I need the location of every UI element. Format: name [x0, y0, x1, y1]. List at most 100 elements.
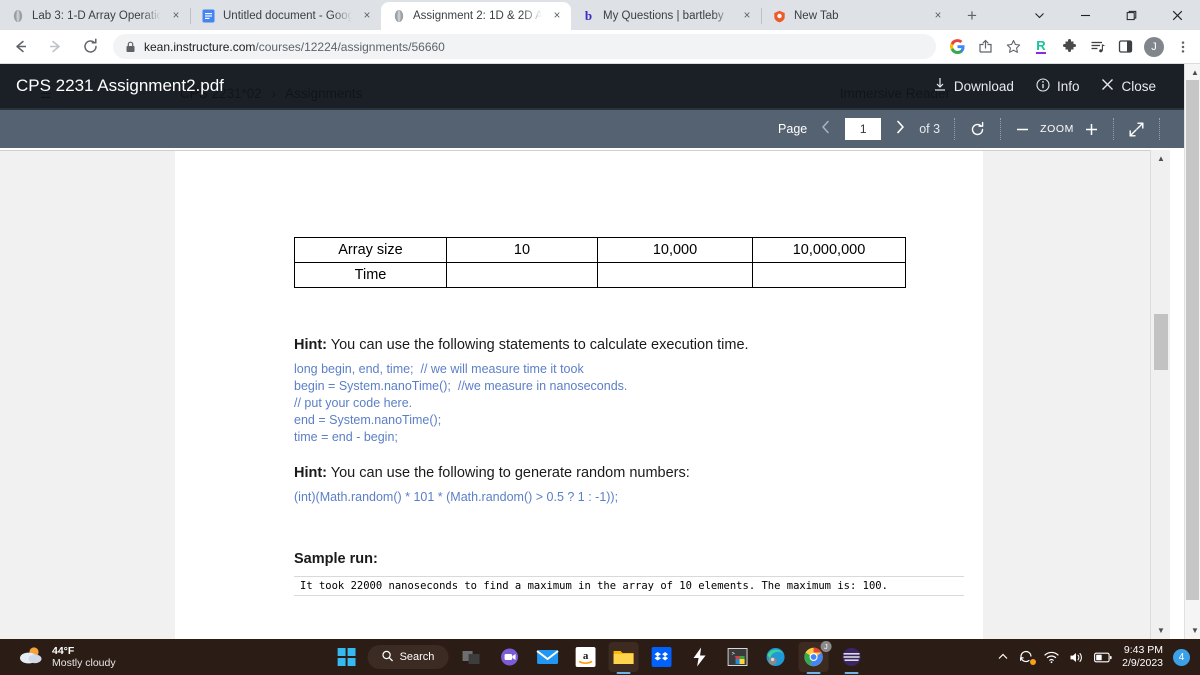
page-total-label: of 3	[919, 122, 941, 136]
scroll-up-arrow-icon[interactable]: ▲	[1151, 150, 1171, 167]
share-icon[interactable]	[972, 34, 998, 60]
table-cell	[597, 262, 753, 288]
hint-block-1: Hint: You can use the following statemen…	[294, 337, 749, 446]
close-x-icon	[1101, 78, 1114, 94]
extensions-puzzle-icon[interactable]	[1056, 34, 1082, 60]
browser-tab-title: Untitled document - Google	[223, 10, 352, 22]
browser-tab-title: Assignment 2: 1D & 2D Array	[413, 10, 542, 22]
clock-time: 9:43 PM	[1123, 644, 1163, 656]
volume-icon[interactable]	[1069, 651, 1084, 664]
browser-tab-0[interactable]: Lab 3: 1-D Array Operations ×	[0, 2, 190, 30]
tab-close-icon[interactable]: ×	[168, 8, 184, 24]
table-cell: 10	[446, 237, 598, 263]
onedrive-sync-icon[interactable]	[1019, 650, 1037, 665]
window-maximize-button[interactable]	[1108, 0, 1154, 30]
amazon-icon[interactable]: a	[570, 642, 600, 672]
taskbar-search-button[interactable]: Search	[367, 645, 449, 669]
browser-tab-1[interactable]: Untitled document - Google ×	[191, 2, 381, 30]
browser-scroll-down-arrow-icon[interactable]: ▼	[1185, 622, 1200, 639]
chevron-up-icon[interactable]	[997, 651, 1009, 663]
tab-close-icon[interactable]: ×	[359, 8, 375, 24]
bookmark-star-icon[interactable]	[1000, 34, 1026, 60]
dropbox-icon[interactable]	[646, 642, 676, 672]
page-number-input[interactable]	[845, 118, 882, 140]
windows-start-icon[interactable]	[334, 644, 360, 670]
browser-tab-3[interactable]: b My Questions | bartleby ×	[571, 2, 761, 30]
task-view-icon[interactable]	[456, 642, 486, 672]
new-tab-button[interactable]: +	[958, 2, 986, 30]
system-tray: 9:43 PM 2/9/2023 4	[997, 644, 1190, 670]
browser-tab-title: Lab 3: 1-D Array Operations	[32, 10, 161, 22]
table-cell: Time	[294, 262, 447, 288]
zoom-out-button[interactable]	[1015, 122, 1030, 137]
pdf-scrollbar[interactable]: ▲ ▼	[1150, 150, 1170, 639]
url-host: kean.instructure.com	[144, 39, 256, 54]
grammarly-icon[interactable]: R	[1028, 34, 1054, 60]
info-button[interactable]: Info	[1036, 77, 1079, 95]
url-path: /courses/12224/assignments/56660	[255, 39, 445, 54]
prev-page-button[interactable]	[817, 120, 835, 139]
back-arrow-icon[interactable]	[5, 32, 35, 62]
file-explorer-icon[interactable]	[608, 642, 639, 672]
google-chrome-icon[interactable]: J	[798, 641, 832, 672]
rotate-icon[interactable]	[969, 121, 986, 138]
browser-tab-2[interactable]: Assignment 2: 1D & 2D Array ×	[381, 2, 571, 30]
close-preview-button[interactable]: Close	[1101, 78, 1156, 94]
pdf-document-viewport: Array size 10 10,000 10,000,000 Time Hin…	[0, 150, 1150, 639]
lightning-icon[interactable]	[684, 642, 714, 672]
notification-badge[interactable]: 4	[1173, 648, 1190, 666]
battery-icon[interactable]	[1094, 652, 1112, 663]
photos-icon[interactable]: >_	[722, 642, 752, 672]
forward-arrow-icon[interactable]	[40, 32, 70, 62]
taskbar-weather-widget[interactable]: 44°F Mostly cloudy	[18, 645, 116, 670]
scroll-down-arrow-icon[interactable]: ▼	[1151, 622, 1171, 639]
page-navigation-group: Page of 3	[764, 116, 954, 142]
search-icon	[382, 650, 394, 665]
google-icon[interactable]	[944, 34, 970, 60]
page-label: Page	[778, 122, 808, 136]
browser-scrollbar[interactable]: ▲ ▼	[1184, 64, 1200, 639]
tab-search-chevron-icon[interactable]	[1016, 0, 1062, 30]
reload-icon[interactable]	[75, 32, 105, 62]
three-dot-menu-icon[interactable]	[1170, 34, 1196, 60]
tab-close-icon[interactable]: ×	[739, 8, 755, 24]
download-button[interactable]: Download	[933, 77, 1014, 95]
browser-tab-title: New Tab	[794, 10, 839, 22]
taskbar-clock[interactable]: 9:43 PM 2/9/2023	[1122, 644, 1163, 670]
mail-icon[interactable]	[532, 642, 562, 672]
close-label: Close	[1121, 78, 1156, 94]
table-cell: 10,000,000	[752, 237, 906, 263]
next-page-button[interactable]	[891, 120, 909, 139]
tab-close-icon[interactable]: ×	[549, 8, 565, 24]
browser-scroll-up-arrow-icon[interactable]: ▲	[1185, 64, 1200, 81]
canvas-icon	[10, 9, 25, 24]
sidepanel-icon[interactable]	[1112, 34, 1138, 60]
microsoft-edge-icon[interactable]	[760, 642, 790, 672]
svg-text:a: a	[583, 650, 589, 662]
zoom-group: ZOOM	[1001, 116, 1113, 142]
taskbar-search-label: Search	[399, 651, 435, 663]
sample-run-console: It took 22000 nanoseconds to find a maxi…	[294, 576, 964, 596]
zoom-in-button[interactable]	[1084, 122, 1099, 137]
hint-2-label: Hint:	[294, 465, 328, 481]
reading-list-icon[interactable]	[1084, 34, 1110, 60]
lock-icon	[125, 41, 136, 53]
tab-close-icon[interactable]: ×	[930, 8, 946, 24]
profile-avatar[interactable]: J	[1144, 36, 1164, 57]
window-close-button[interactable]	[1154, 0, 1200, 30]
window-minimize-button[interactable]	[1062, 0, 1108, 30]
fullscreen-group	[1114, 116, 1159, 142]
wifi-icon[interactable]	[1044, 651, 1059, 664]
partly-cloudy-icon	[18, 645, 44, 670]
expand-arrows-icon[interactable]	[1128, 121, 1145, 138]
address-bar[interactable]: kean.instructure.com/courses/12224/assig…	[113, 34, 936, 59]
table-cell: Array size	[294, 237, 447, 263]
clock-date: 2/9/2023	[1122, 657, 1163, 669]
zoom-icon[interactable]	[836, 642, 866, 672]
browser-tab-4[interactable]: New Tab ×	[762, 2, 952, 30]
browser-scrollbar-thumb[interactable]	[1186, 80, 1199, 600]
browser-toolbar: kean.instructure.com/courses/12224/assig…	[0, 30, 1200, 64]
canvas-icon	[391, 9, 406, 24]
video-chat-icon[interactable]	[494, 642, 524, 672]
pdf-scrollbar-thumb[interactable]	[1154, 314, 1168, 370]
